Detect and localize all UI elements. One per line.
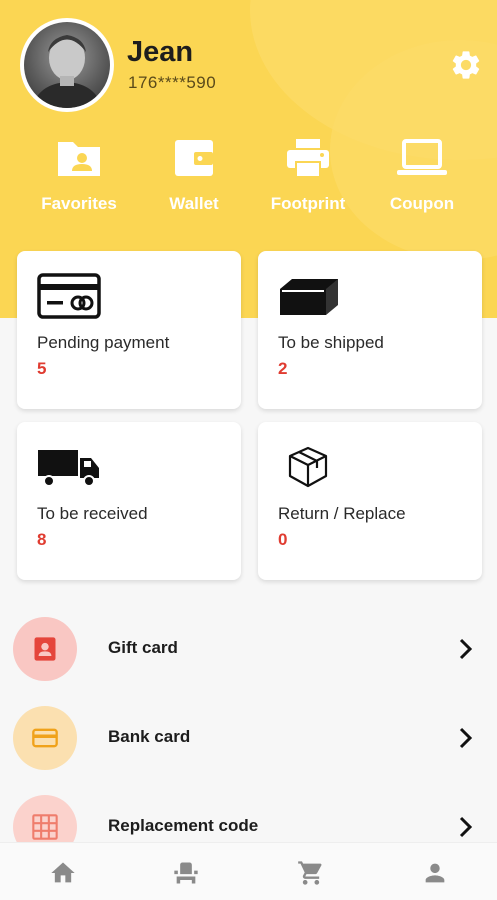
phone-number: 176****590: [128, 73, 217, 92]
chevron-right-icon: [459, 638, 473, 660]
quick-label: Coupon: [389, 194, 455, 213]
gift-icon-bg: [13, 617, 77, 681]
cart-icon[interactable]: [297, 859, 327, 889]
quick-label: Wallet: [169, 194, 219, 213]
avatar-photo: [32, 35, 102, 108]
user-icon[interactable]: [421, 859, 451, 889]
avatar[interactable]: [20, 18, 114, 112]
card-label: Pending payment: [37, 333, 170, 352]
card-return-replace[interactable]: Return / Replace 0: [258, 422, 482, 580]
box-icon: [280, 279, 338, 315]
menu-label: Bank card: [108, 727, 191, 746]
quick-label: Footprint: [270, 194, 346, 213]
card-label: To be shipped: [278, 333, 384, 352]
bottom-navigation: [0, 842, 497, 900]
card-to-be-received[interactable]: To be received 8: [17, 422, 241, 580]
card-label: Return / Replace: [278, 504, 406, 523]
menu-label: Gift card: [108, 638, 178, 657]
bank-icon-bg: [13, 706, 77, 770]
card-count: 5: [37, 359, 47, 378]
card-to-be-shipped[interactable]: To be shipped 2: [258, 251, 482, 409]
chevron-right-icon: [459, 727, 473, 749]
card-count: 0: [278, 530, 288, 549]
quick-favorites[interactable]: Favorites: [24, 138, 134, 214]
grid-code-icon: [32, 814, 58, 840]
gear-icon[interactable]: [449, 48, 483, 82]
printer-icon: [287, 139, 329, 178]
home-icon[interactable]: [49, 859, 79, 889]
card-label: To be received: [37, 504, 148, 523]
menu-gift-card[interactable]: Gift card: [0, 605, 497, 693]
folder-user-icon: [58, 142, 100, 176]
credit-card-icon: [37, 273, 101, 319]
card-count: 8: [37, 530, 47, 549]
seat-icon[interactable]: [172, 859, 202, 889]
contact-card-icon: [34, 637, 56, 661]
truck-icon: [38, 450, 99, 487]
menu-label: Replacement code: [108, 816, 259, 835]
package-icon: [288, 446, 328, 488]
chevron-right-icon: [459, 816, 473, 838]
card-pending-payment[interactable]: Pending payment 5: [17, 251, 241, 409]
wallet-icon: [175, 140, 213, 176]
quick-footprint[interactable]: Footprint: [253, 138, 363, 214]
username: Jean: [127, 36, 194, 68]
quick-wallet[interactable]: Wallet: [139, 138, 249, 214]
bank-card-icon: [32, 728, 58, 748]
menu-bank-card[interactable]: Bank card: [0, 694, 497, 782]
quick-label: Favorites: [41, 194, 117, 213]
quick-coupon[interactable]: Coupon: [367, 138, 477, 214]
laptop-icon: [397, 139, 447, 175]
card-count: 2: [278, 359, 288, 378]
